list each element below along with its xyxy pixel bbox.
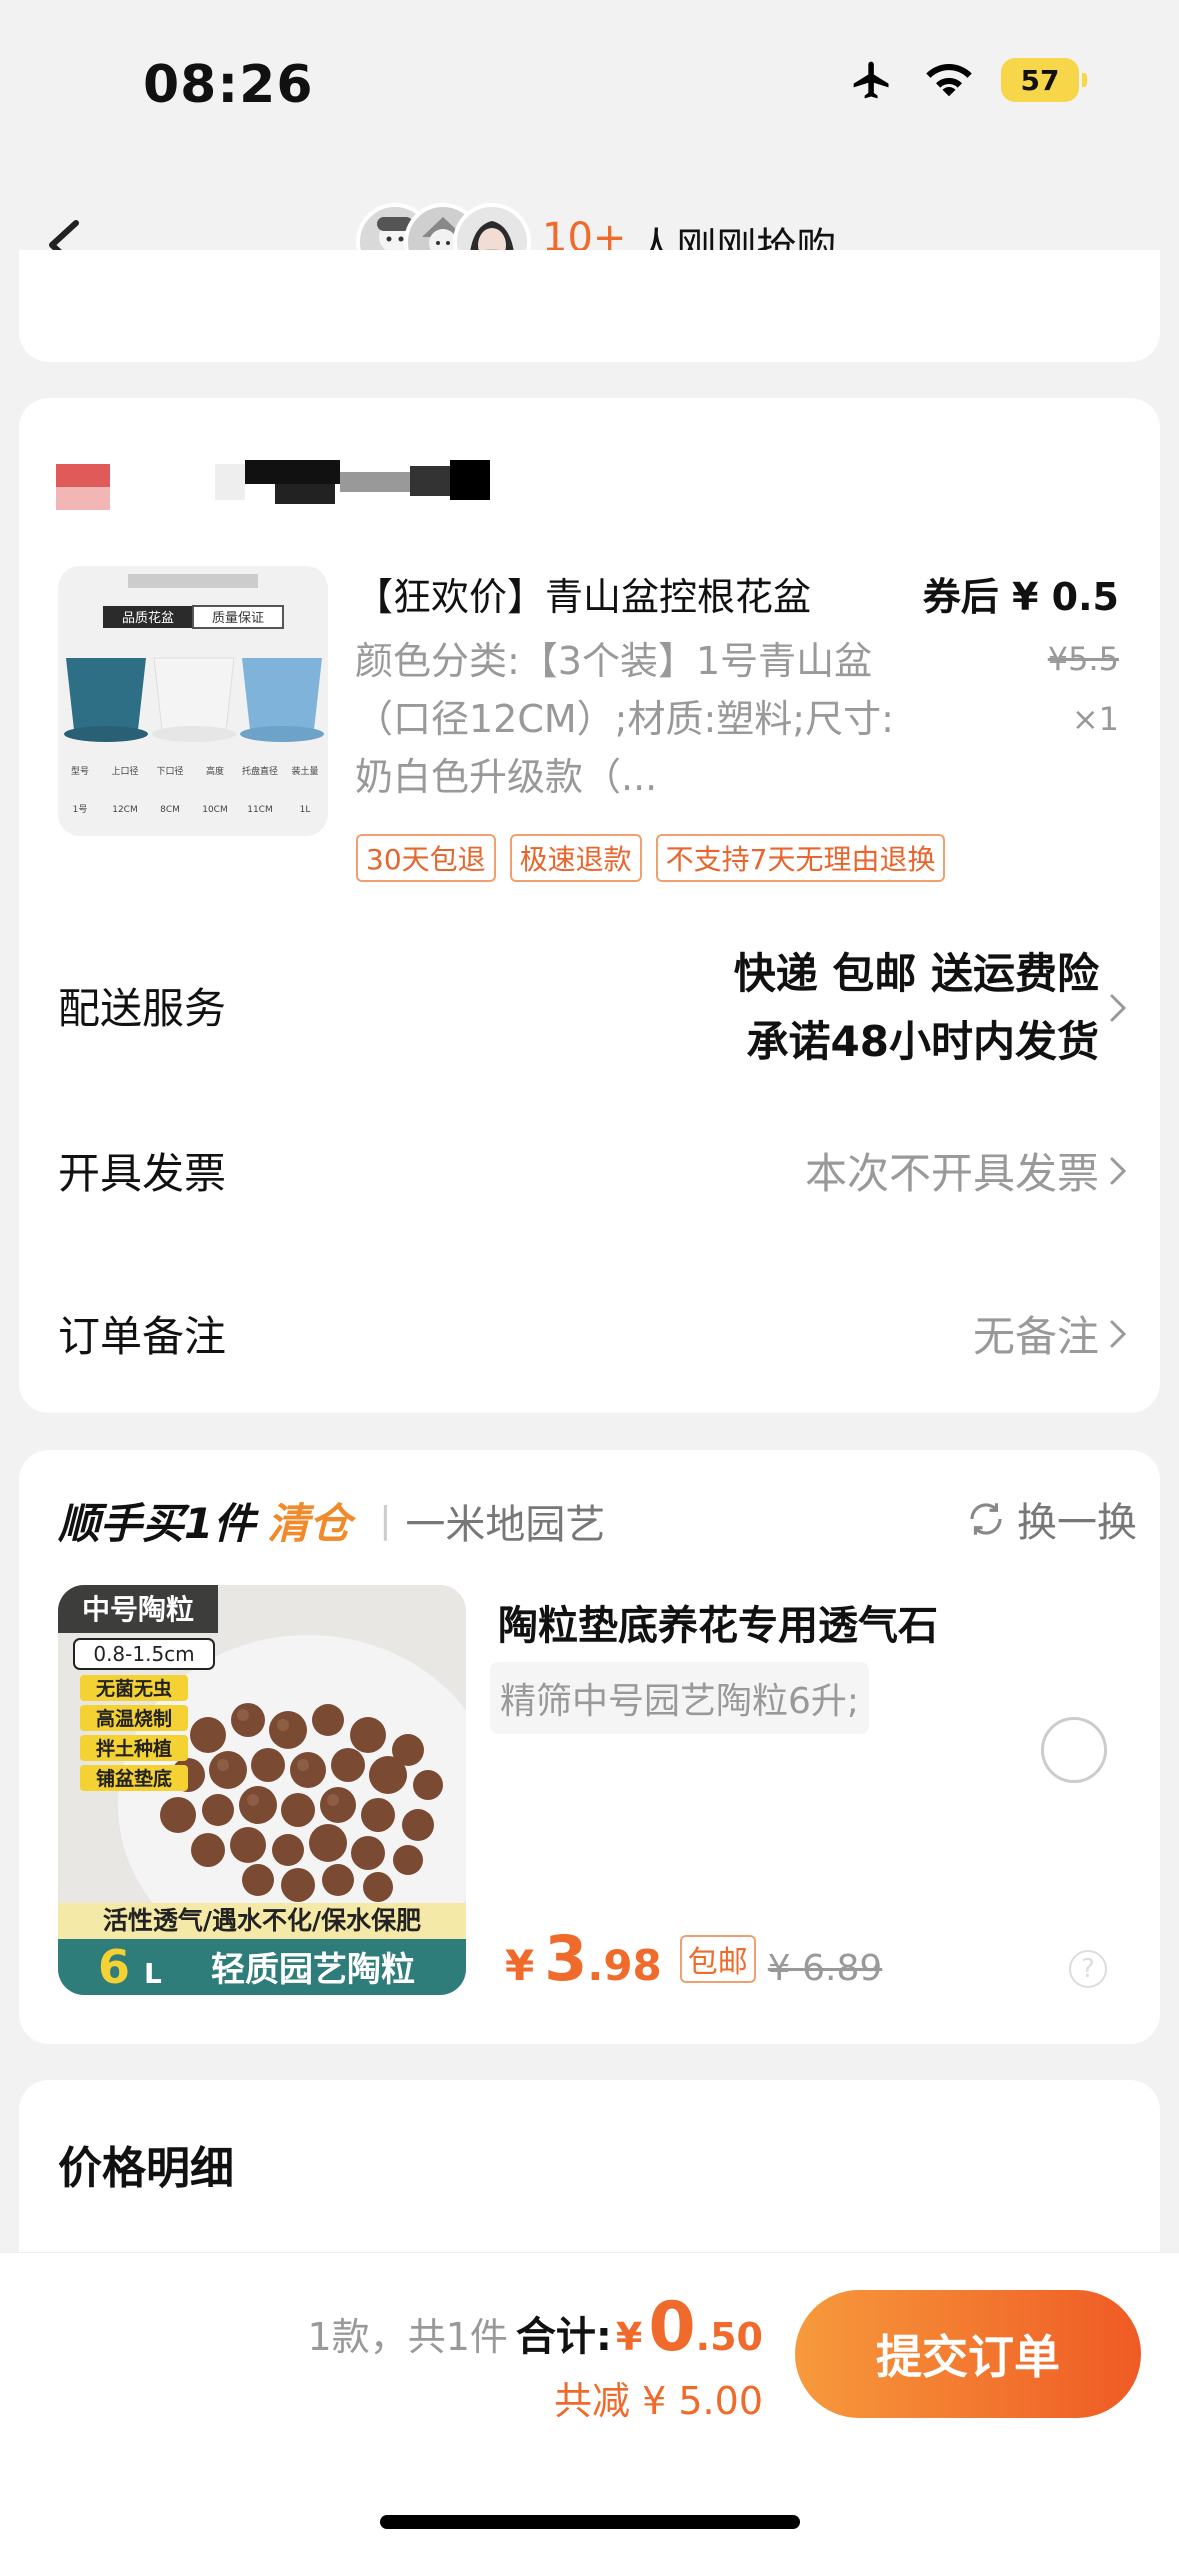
addon-price-dec: .98: [587, 1941, 662, 1990]
note-row[interactable]: 无备注: [973, 1303, 1127, 1364]
addon-clearance-tag: 清仓: [267, 1499, 352, 1548]
thumb-val: 11CM: [247, 805, 273, 815]
swap-label: 换一换: [1017, 1500, 1137, 1546]
total-summary: 1款，共1件 合计: ¥ 0 .50: [308, 2288, 763, 2367]
refresh-icon: [970, 1503, 1002, 1535]
item-count: 1款，共1件: [307, 2315, 508, 2359]
thumb-col: 高度: [206, 765, 224, 777]
thumb-col: 型号: [71, 766, 89, 777]
shop-name-redacted: [215, 460, 490, 504]
addon-product-image[interactable]: 中号陶粒 0.8-1.5cm 无菌无虫 高温烧制 拌土种植 铺盆垫底 活性透气/…: [58, 1585, 466, 1995]
addon-spec[interactable]: 精筛中号园艺陶粒6升;: [490, 1662, 870, 1734]
wifi-icon: [926, 64, 972, 97]
status-icons: 57: [847, 58, 1087, 102]
product-title[interactable]: 【狂欢价】青山盆控根花盆: [355, 566, 811, 621]
home-indicator[interactable]: [380, 2515, 800, 2529]
delivery-line-2: 承诺48小时内发货: [746, 1017, 1099, 1066]
thumb-col: 下口径: [156, 765, 183, 777]
swap-button[interactable]: 换一换: [965, 1490, 1137, 1548]
service-tags: 30天包退 极速退款 不支持7天无理由退换: [356, 834, 946, 882]
coupon-price: 券后 ¥ 0.5: [922, 575, 1119, 619]
shop-logo-redacted: [56, 464, 110, 510]
thumb-col: 上口径: [111, 765, 138, 777]
delivery-label: 配送服务: [58, 984, 227, 1033]
addon-price: ¥ 3 .98 包邮 ¥ 6.89: [505, 1922, 882, 1995]
thumb-val: 1号: [73, 804, 88, 815]
img-size: 0.8-1.5cm: [93, 1642, 194, 1666]
addon-shop-name: 一米地园艺: [405, 1501, 606, 1548]
product-thumbnail[interactable]: 品质花盆 质量保证 型号 上口径 下口径 高度 托盘直径 装土量 1号 12CM…: [58, 566, 328, 836]
thumb-val: 12CM: [112, 805, 138, 815]
free-shipping-badge: 包邮: [679, 1934, 756, 1983]
thumb-val: 1L: [300, 805, 311, 815]
chevron-right-icon: [1110, 994, 1127, 1022]
price-detail-title: 价格明细: [58, 2143, 234, 2194]
saved-amount[interactable]: 共减 ¥ 5.00: [554, 2370, 763, 2425]
product-spec[interactable]: 颜色分类:【3个装】1号青山盆（口径12CM）;材质:塑料;尺寸:奶白色升级款（…: [355, 632, 895, 806]
addon-select-radio[interactable]: [1041, 1717, 1107, 1783]
status-time: 08:26: [143, 55, 314, 115]
airplane-icon: [853, 61, 889, 99]
tag-refund: 极速退款: [509, 834, 642, 882]
img-banner: 活性透气/遇水不化/保水保肥: [103, 1906, 421, 1935]
thumb-val: 10CM: [202, 805, 228, 815]
addon-price-symbol: ¥: [505, 1941, 535, 1990]
invoice-row[interactable]: 本次不开具发票: [805, 1140, 1127, 1201]
total-dec: .50: [695, 2315, 763, 2359]
order-card: [19, 398, 1160, 1413]
help-icon[interactable]: ?: [1069, 1950, 1107, 1988]
img-caption: 轻质园艺陶粒: [211, 1950, 415, 1990]
img-volume: 6: [98, 1940, 130, 1994]
divider: |: [379, 1500, 392, 1541]
img-feature: 无菌无虫: [96, 1677, 172, 1700]
address-card-stub: [19, 250, 1160, 362]
thumb-badge-2: 质量保证: [212, 611, 264, 626]
addon-price-int: 3: [544, 1922, 588, 1995]
chevron-right-icon: [1110, 1157, 1127, 1184]
note-label: 订单备注: [58, 1312, 227, 1361]
battery-icon: 57: [1001, 58, 1087, 102]
note-value: 无备注: [972, 1312, 1099, 1361]
tag-no-return: 不支持7天无理由退换: [655, 834, 946, 882]
thumb-col: 装土量: [291, 765, 318, 777]
submit-order-button[interactable]: 提交订单: [795, 2290, 1141, 2418]
thumb-val: 8CM: [160, 805, 180, 815]
addon-heading-text: 顺手买1件: [58, 1499, 256, 1548]
addon-heading: 顺手买1件 清仓 | 一米地园艺: [58, 1490, 605, 1551]
total-label: 合计:: [515, 2314, 612, 2360]
img-feature: 铺盆垫底: [96, 1767, 172, 1790]
delivery-row[interactable]: 快递 包邮 送运费险 承诺48小时内发货: [734, 940, 1127, 1076]
addon-original-price: ¥ 6.89: [767, 1948, 883, 1989]
img-feature: 高温烧制: [96, 1707, 172, 1730]
img-title: 中号陶粒: [82, 1593, 194, 1626]
original-price: ¥5.5: [1047, 640, 1119, 678]
invoice-value: 本次不开具发票: [804, 1149, 1099, 1198]
chevron-right-icon: [1110, 1320, 1127, 1347]
thumb-col: 托盘直径: [242, 765, 278, 777]
quantity: ×1: [1071, 700, 1119, 738]
img-unit: L: [144, 1957, 162, 1990]
tag-return: 30天包退: [356, 834, 496, 882]
total-symbol: ¥: [615, 2315, 643, 2359]
delivery-line-1: 快递 包邮 送运费险: [733, 949, 1099, 998]
thumb-badge-1: 品质花盆: [122, 610, 174, 626]
img-feature: 拌土种植: [96, 1737, 172, 1760]
invoice-label: 开具发票: [58, 1149, 227, 1198]
total-int: 0: [648, 2288, 696, 2367]
addon-title[interactable]: 陶粒垫底养花专用透气石: [498, 1593, 938, 1651]
